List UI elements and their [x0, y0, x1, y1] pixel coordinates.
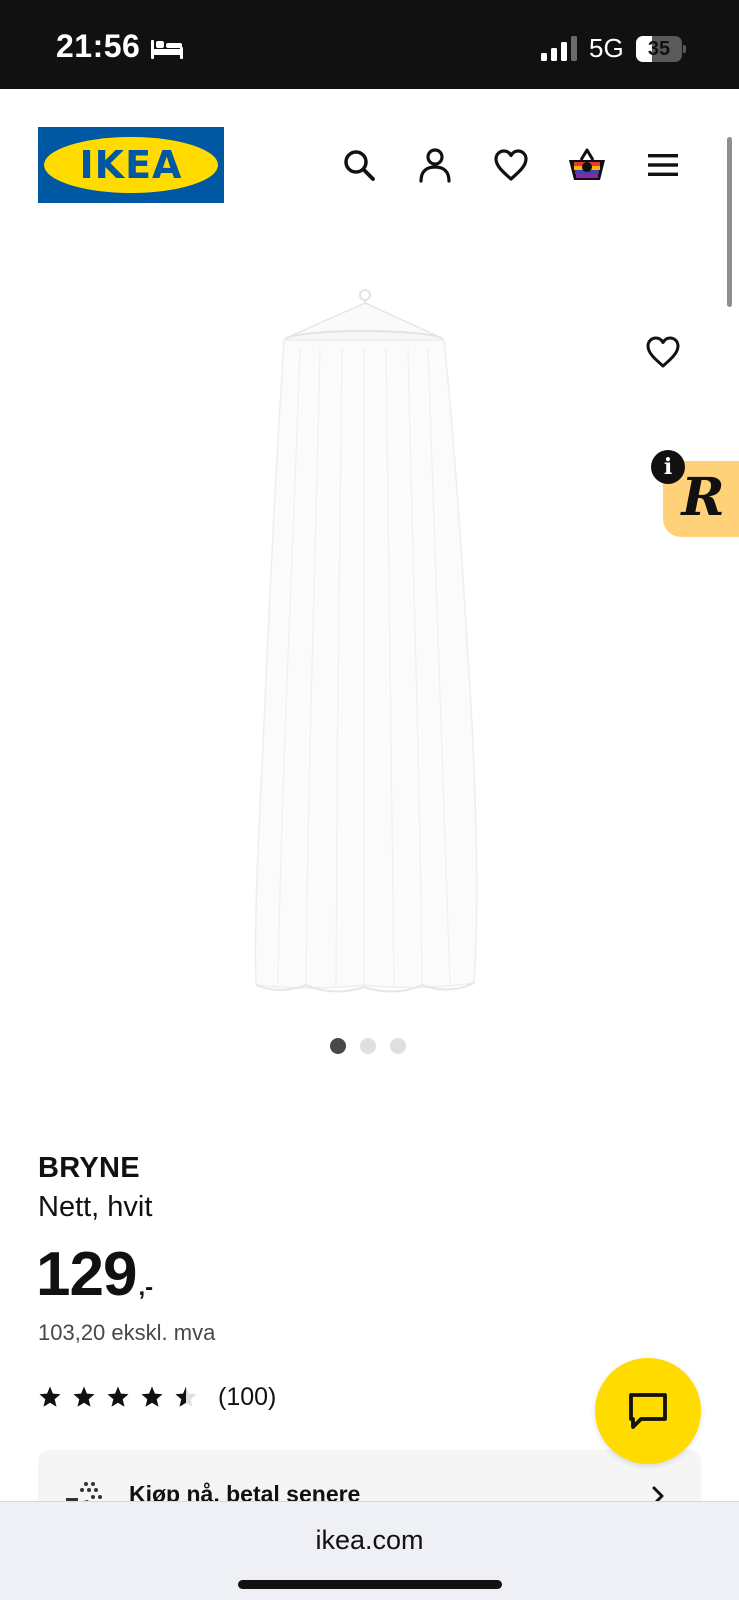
info-icon[interactable]: i [651, 450, 685, 484]
shopping-bag-icon[interactable] [567, 145, 607, 185]
home-indicator[interactable] [238, 1580, 502, 1589]
favorite-icon [646, 336, 680, 368]
add-to-favorites-button[interactable] [642, 331, 684, 373]
product-rating[interactable]: (100) [38, 1380, 276, 1414]
price-amount: 129 [36, 1240, 137, 1309]
star-icon [141, 1386, 163, 1407]
gallery-dot[interactable] [360, 1038, 376, 1054]
status-time: 21:56 [56, 28, 141, 64]
star-icon [73, 1386, 95, 1407]
product-image[interactable] [250, 285, 490, 1005]
rating-stars [38, 1385, 198, 1409]
signal-icon [541, 36, 577, 61]
price-suffix: ,- [138, 1274, 154, 1301]
product-name: BRYNE [38, 1152, 140, 1184]
battery-icon: 35 [636, 36, 686, 62]
url-label[interactable]: ikea.com [0, 1525, 739, 1556]
status-bar: 21:56 5G 35 [0, 0, 739, 89]
star-icon [175, 1386, 197, 1407]
network-label: 5G [589, 33, 624, 63]
bed-icon [151, 40, 183, 59]
menu-icon[interactable] [643, 145, 683, 185]
battery-level: 35 [647, 38, 671, 60]
star-icon [107, 1386, 129, 1407]
price-ex-vat: 103,20 ekskl. mva [38, 1320, 216, 1345]
gallery-pagination[interactable] [330, 1038, 406, 1054]
search-icon[interactable] [339, 145, 379, 185]
gallery-dot[interactable] [330, 1038, 346, 1054]
chat-button[interactable] [595, 1358, 701, 1464]
favorites-icon[interactable] [491, 145, 531, 185]
star-icon [39, 1386, 61, 1407]
browser-address-bar[interactable]: ikea.com [0, 1501, 739, 1600]
account-icon[interactable] [415, 145, 455, 185]
rating-count: (100) [218, 1382, 277, 1411]
page-scrollbar[interactable] [727, 137, 732, 307]
chat-icon [629, 1393, 667, 1429]
product-price: 129 ,- [36, 1240, 153, 1308]
logo-text: IKEA [79, 143, 183, 187]
product-description: Nett, hvit [38, 1191, 153, 1223]
ikea-logo[interactable]: IKEA [38, 127, 224, 203]
gallery-dot[interactable] [390, 1038, 406, 1054]
